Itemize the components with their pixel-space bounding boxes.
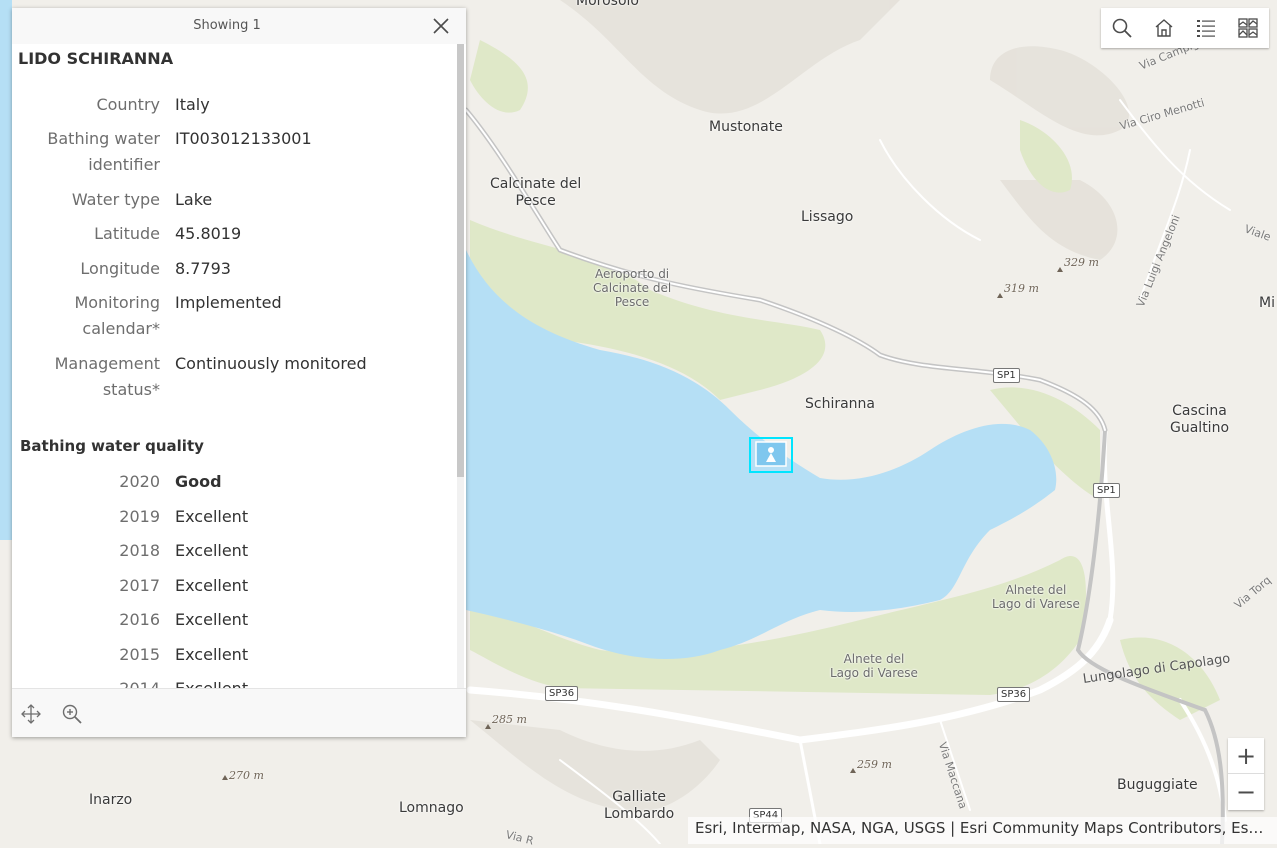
zoom-to-icon xyxy=(62,704,82,724)
place-label-schiranna: Schiranna xyxy=(805,396,876,412)
attribute-label: Longitude xyxy=(80,259,160,278)
quality-year: 2016 xyxy=(119,610,160,629)
popup-scrollbar[interactable] xyxy=(457,44,464,688)
place-label-galliate-lombardo: Galliate Lombardo xyxy=(604,789,675,822)
quality-year: 2014 xyxy=(12,676,160,688)
basemap-gallery-icon xyxy=(1238,18,1258,38)
home-icon xyxy=(1155,19,1173,37)
attribute-value: Lake xyxy=(175,190,213,209)
map-attribution[interactable]: Esri, Intermap, NASA, NGA, USGS | Esri C… xyxy=(688,817,1277,844)
place-label-airport: Aeroporto di Calcinate del Pesce xyxy=(593,267,672,309)
quality-value: Excellent xyxy=(175,676,450,688)
close-icon xyxy=(433,18,449,34)
popup-title: LIDO SCHIRANNA xyxy=(18,49,174,68)
layer-list-button[interactable] xyxy=(1185,8,1227,48)
basemap-gallery-button[interactable] xyxy=(1227,8,1269,48)
map-toolbar xyxy=(1101,8,1269,48)
elevation-label: 259 m xyxy=(857,758,892,771)
attribute-value: Implemented xyxy=(175,293,282,312)
attribute-value: Italy xyxy=(175,95,210,114)
quality-value: Excellent xyxy=(175,541,249,560)
quality-value: Excellent xyxy=(175,507,249,526)
zoom-out-button[interactable]: − xyxy=(1228,774,1264,810)
popup-header: Showing 1 xyxy=(12,8,466,44)
quality-year: 2020 xyxy=(119,472,160,491)
road-shield: SP36 xyxy=(997,687,1031,702)
place-label-inarzo: Inarzo xyxy=(89,792,133,808)
place-label-buguggiate: Buguggiate xyxy=(1117,777,1198,793)
place-label-calcinate-del-pesce: Calcinate del Pesce xyxy=(490,176,582,209)
attribute-label: Monitoring calendar* xyxy=(74,293,160,338)
quality-year: 2018 xyxy=(119,541,160,560)
feature-popup: Showing 1 LIDO SCHIRANNA Country Italy B… xyxy=(12,8,466,737)
attribute-label: Water type xyxy=(71,190,160,209)
attribute-value: 45.8019 xyxy=(175,224,242,243)
quality-value: Excellent xyxy=(175,610,249,629)
attribute-label: Management status* xyxy=(54,354,160,399)
quality-year: 2015 xyxy=(119,645,160,664)
road-shield: SP1 xyxy=(1093,483,1120,498)
attribute-label: Country xyxy=(96,95,160,114)
zoom-in-button[interactable]: + xyxy=(1228,738,1264,774)
elevation-label: 329 m xyxy=(1064,256,1099,269)
zoom-control: + − xyxy=(1228,738,1264,810)
attribute-label: Latitude xyxy=(94,224,160,243)
attribute-value: Continuously monitored xyxy=(175,354,367,373)
place-label-lomnago: Lomnago xyxy=(399,800,464,816)
place-label-alnete-south: Alnete del Lago di Varese xyxy=(830,652,918,680)
quality-value: Good xyxy=(175,472,222,491)
pan-to-icon xyxy=(21,704,41,724)
road-shield: SP36 xyxy=(545,686,579,701)
place-label-mustonate: Mustonate xyxy=(709,119,783,135)
pan-to-button[interactable] xyxy=(20,703,42,725)
attribute-value: 8.7793 xyxy=(175,259,231,278)
quality-year: 2017 xyxy=(119,576,160,595)
quality-value: Excellent xyxy=(175,576,249,595)
place-label-alnete-east: Alnete del Lago di Varese xyxy=(992,583,1080,611)
quality-value: Excellent xyxy=(175,645,249,664)
quality-year: 2019 xyxy=(119,507,160,526)
place-label-cascina-gualtino: Cascina Gualtino xyxy=(1170,403,1230,436)
popup-footer xyxy=(12,688,466,737)
zoom-to-button[interactable] xyxy=(61,703,83,725)
layer-list-icon xyxy=(1197,20,1215,37)
home-button[interactable] xyxy=(1143,8,1185,48)
search-button[interactable] xyxy=(1101,8,1143,48)
elevation-label: 270 m xyxy=(229,769,264,782)
attribute-value: IT003012133001 xyxy=(175,129,312,148)
place-label-mi: Mi xyxy=(1259,295,1275,311)
popup-close-button[interactable] xyxy=(430,15,452,37)
elevation-label: 285 m xyxy=(492,713,527,726)
scrollbar-thumb[interactable] xyxy=(457,44,464,477)
place-label-lissago: Lissago xyxy=(801,209,854,225)
popup-feature-count: Showing 1 xyxy=(193,18,261,33)
popup-content[interactable]: LIDO SCHIRANNA Country Italy Bathing wat… xyxy=(12,44,458,688)
quality-section-heading: Bathing water quality xyxy=(20,437,204,455)
selected-bathing-site-marker[interactable] xyxy=(750,438,792,472)
elevation-label: 319 m xyxy=(1004,282,1039,295)
place-label-morosolo: Morosolo xyxy=(576,0,639,9)
road-shield: SP1 xyxy=(993,368,1020,383)
attribute-label: Bathing water identifier xyxy=(47,129,160,174)
search-icon xyxy=(1112,18,1132,38)
